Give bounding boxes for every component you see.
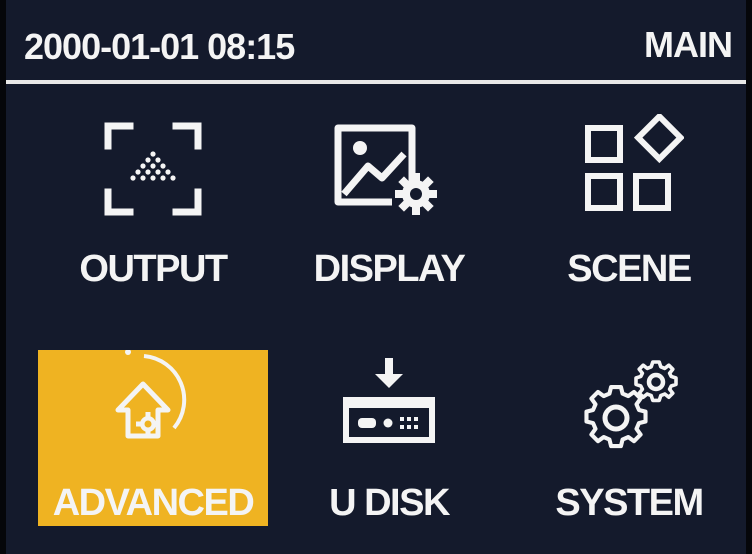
menu-item-u-disk[interactable]: U DISK [274,350,504,530]
device-screen: 2000-01-01 08:15 MAIN OUTPUT DISPLAY SCE… [0,0,752,554]
page-title: MAIN [644,24,733,65]
advanced-icon [115,350,187,439]
menu-item-scene[interactable]: SCENE [514,102,744,290]
date-time: 2000-01-01 08:15 [24,26,295,67]
menu-item-system[interactable]: SYSTEM [514,350,744,530]
menu-item-label: SCENE [567,248,692,290]
menu-item-label: OUTPUT [79,248,228,290]
scene-icon [585,114,684,211]
menu-item-label: ADVANCED [52,482,255,524]
menu-item-label: U DISK [329,482,450,524]
status-bar: 2000-01-01 08:15 MAIN [6,0,746,82]
menu-item-output[interactable]: OUTPUT [38,102,268,290]
system-icon [584,360,678,449]
menu-item-advanced[interactable]: ADVANCED [38,350,268,526]
main-menu-grid: OUTPUT DISPLAY SCENE ADVANCED U DISK SYS… [6,84,746,554]
menu-item-label: DISPLAY [313,248,466,290]
u-disk-icon [343,358,435,443]
menu-item-label: SYSTEM [555,482,704,524]
display-icon [334,124,437,215]
menu-item-display[interactable]: DISPLAY [274,102,504,290]
output-icon [104,122,202,216]
